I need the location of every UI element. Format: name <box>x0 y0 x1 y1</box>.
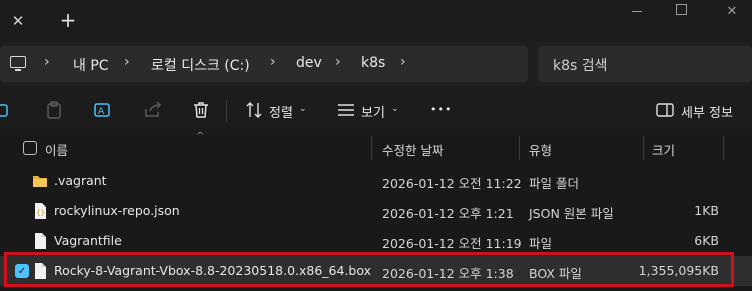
view-icon[interactable] <box>336 100 356 120</box>
breadcrumb-separator-icon[interactable]: › <box>270 54 276 70</box>
breadcrumb-k8s[interactable]: k8s <box>361 55 385 71</box>
maximize-icon[interactable] <box>676 4 687 15</box>
breadcrumb-local-disk[interactable]: 로컬 디스크 (C:) <box>151 55 250 75</box>
address-row: › 내 PC › 로컬 디스크 (C:) › dev › k8s › k8s 검… <box>0 42 752 86</box>
column-header-row: ^ 이름 수정한 날짜 유형 크기 <box>0 131 752 162</box>
breadcrumb-separator-icon[interactable]: › <box>44 54 50 70</box>
file-name: rockylinux-repo.json <box>54 203 180 218</box>
window-close-icon[interactable]: ✕ <box>722 1 742 21</box>
paste-icon[interactable] <box>44 100 64 120</box>
share-icon[interactable] <box>143 100 163 120</box>
file-modified: 2026-01-12 오전 11:22 <box>382 176 522 191</box>
file-icon <box>35 233 46 249</box>
column-divider[interactable] <box>723 136 724 160</box>
chevron-down-icon[interactable]: ⌄ <box>299 104 307 114</box>
column-header-name[interactable]: 이름 <box>45 140 68 159</box>
sort-button[interactable]: 정렬 <box>269 102 293 121</box>
new-tab-icon[interactable]: + <box>56 8 80 32</box>
details-pane-icon[interactable] <box>655 100 675 120</box>
toolbar-divider <box>226 100 227 122</box>
list-item[interactable]: {} rockylinux-repo.json 2026-01-12 오후 1:… <box>0 196 752 226</box>
column-divider[interactable] <box>643 136 644 160</box>
folder-icon <box>33 176 47 187</box>
file-type: 파일 <box>529 236 553 251</box>
breadcrumb-separator-icon[interactable]: › <box>335 54 341 70</box>
tab-close-icon[interactable]: ✕ <box>6 9 30 33</box>
rename-icon[interactable]: A <box>93 100 113 120</box>
breadcrumb-dev[interactable]: dev <box>296 55 322 71</box>
sort-icon[interactable] <box>244 100 264 120</box>
file-name: Vagrantfile <box>54 233 122 248</box>
copy-icon[interactable] <box>0 100 14 120</box>
breadcrumb-separator-icon[interactable]: › <box>124 54 130 70</box>
file-modified: 2026-01-12 오전 11:19 <box>382 236 522 251</box>
sort-ascending-icon: ^ <box>196 131 205 142</box>
column-header-modified[interactable]: 수정한 날짜 <box>382 140 443 159</box>
more-options-button[interactable]: ••• <box>430 103 452 116</box>
column-divider[interactable] <box>519 136 520 160</box>
svg-text:A: A <box>98 107 105 117</box>
file-modified: 2026-01-12 오후 1:21 <box>382 206 514 221</box>
file-type: JSON 원본 파일 <box>529 206 614 221</box>
search-placeholder: k8s 검색 <box>553 58 608 74</box>
file-type: 파일 폴더 <box>529 176 579 191</box>
column-header-type[interactable]: 유형 <box>529 140 552 159</box>
annotation-highlight-box <box>4 252 734 287</box>
breadcrumb-this-pc[interactable]: 내 PC <box>73 55 109 75</box>
select-all-checkbox[interactable] <box>23 141 37 155</box>
search-input[interactable]: k8s 검색 <box>538 46 752 82</box>
svg-text:{}: {} <box>37 209 45 217</box>
chevron-down-icon[interactable]: ⌄ <box>391 104 399 114</box>
file-size: 6KB <box>694 233 719 248</box>
computer-icon[interactable] <box>10 56 26 71</box>
command-bar: A 정렬 ⌄ 보기 ⌄ ••• 세부 정보 <box>0 86 752 134</box>
details-button[interactable]: 세부 정보 <box>681 102 733 121</box>
file-name: .vagrant <box>54 173 107 188</box>
minimize-icon[interactable] <box>628 2 648 20</box>
column-divider[interactable] <box>371 136 372 160</box>
delete-icon[interactable] <box>191 100 211 120</box>
breadcrumb-separator-icon[interactable]: › <box>400 54 406 70</box>
title-bar: ✕ + ✕ <box>0 0 752 42</box>
view-button[interactable]: 보기 <box>361 102 385 121</box>
column-header-size[interactable]: 크기 <box>652 140 675 159</box>
address-bar[interactable]: › 내 PC › 로컬 디스크 (C:) › dev › k8s › <box>0 46 528 82</box>
list-item[interactable]: .vagrant 2026-01-12 오전 11:22 파일 폴더 <box>0 166 752 196</box>
file-size: 1KB <box>694 203 719 218</box>
json-file-icon: {} <box>35 203 46 219</box>
